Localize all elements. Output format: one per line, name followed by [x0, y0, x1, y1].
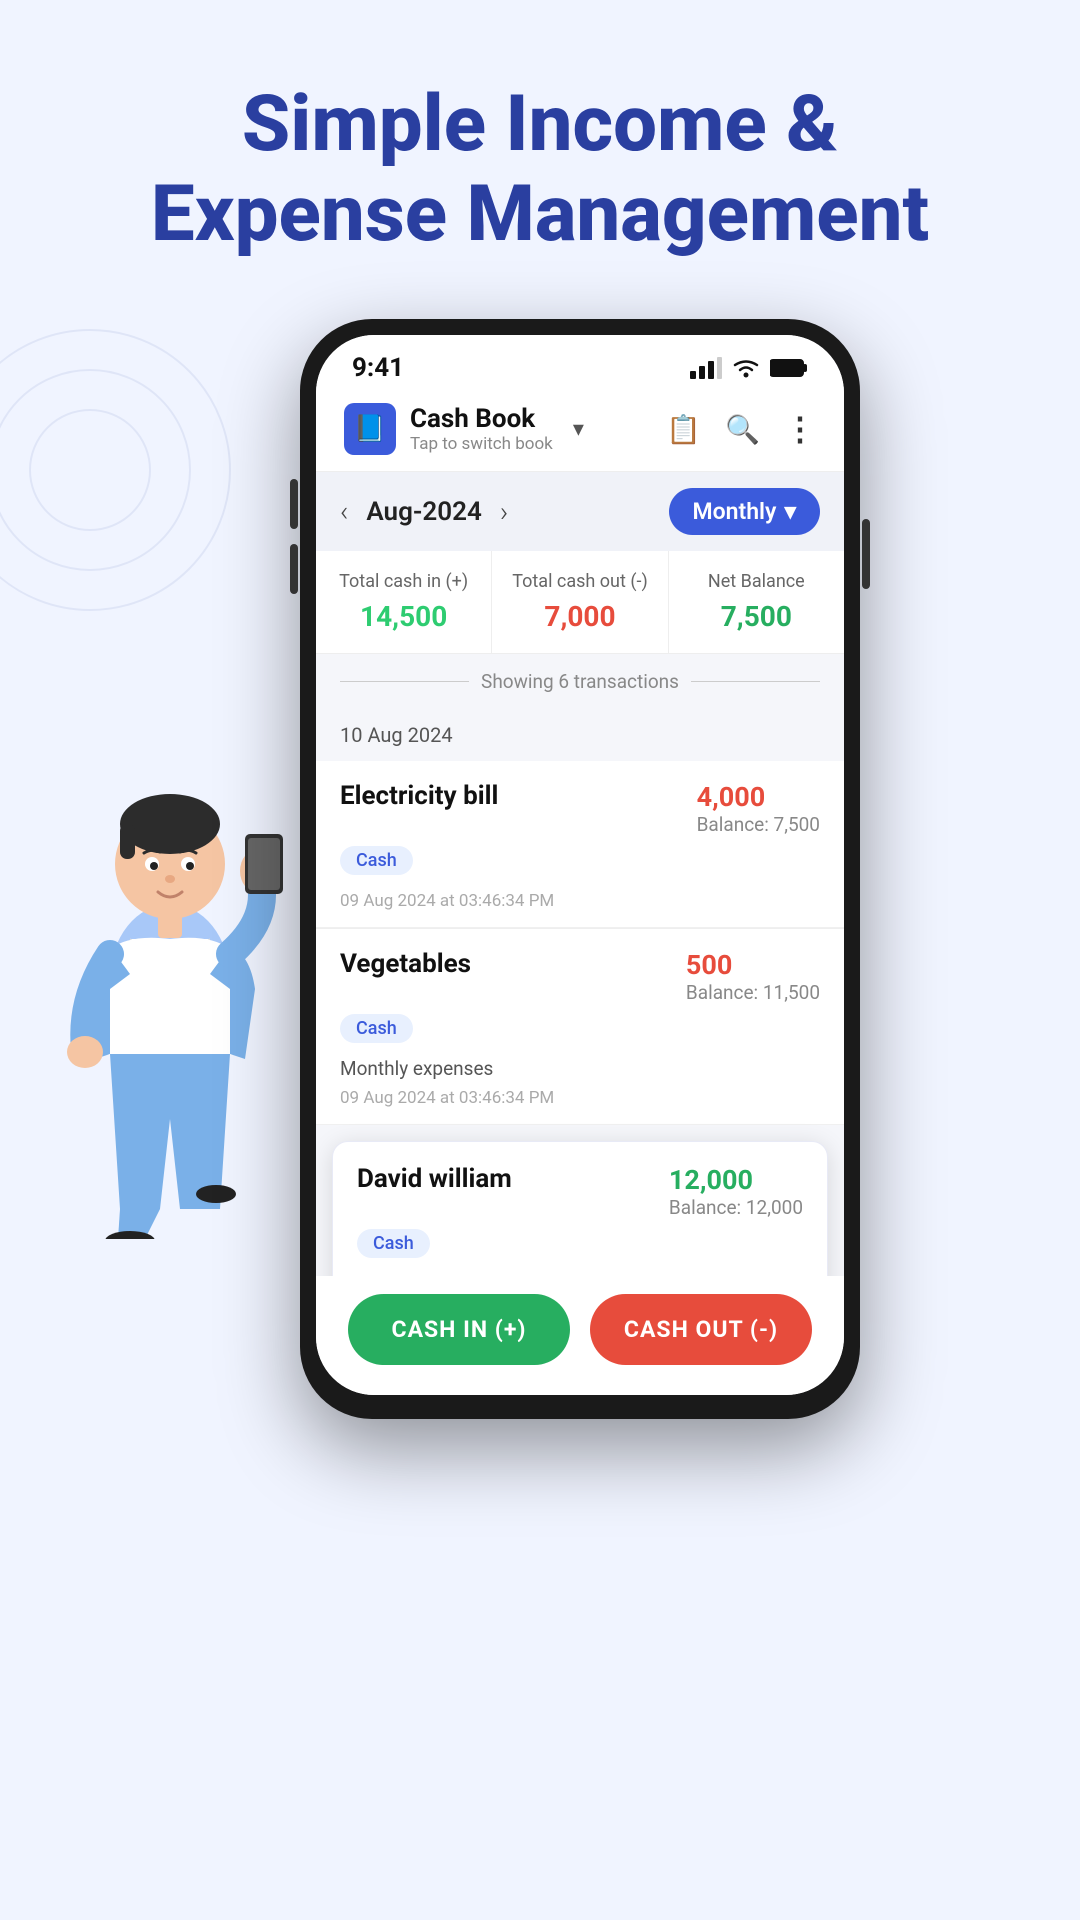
more-options-icon[interactable]: ⋮ [784, 410, 816, 448]
transaction-amount-area: 12,000 Balance: 12,000 [669, 1164, 803, 1219]
status-bar: 9:41 [316, 335, 844, 391]
transaction-balance: Balance: 12,000 [669, 1196, 803, 1219]
phone-frame: 9:41 [300, 319, 860, 1419]
payment-method-tag: Cash [357, 1229, 430, 1258]
report-icon[interactable]: 📋 [666, 413, 701, 446]
book-title: Cash Book [410, 404, 553, 434]
current-date: Aug-2024 [366, 497, 481, 527]
search-icon[interactable]: 🔍 [725, 413, 760, 446]
transaction-balance: Balance: 7,500 [697, 813, 820, 836]
next-date-button[interactable]: › [500, 495, 508, 528]
wifi-icon [732, 357, 760, 379]
transaction-top: David william 12,000 Balance: 12,000 [357, 1164, 803, 1219]
top-navigation: 📘 Cash Book Tap to switch book ▾ 📋 🔍 ⋮ [316, 391, 844, 472]
transaction-balance: Balance: 11,500 [686, 981, 820, 1004]
phone-screen: 9:41 [316, 335, 844, 1395]
transaction-time: 09 Aug 2024 at 03:46:34 PM [340, 1088, 820, 1108]
bottom-action-buttons: CASH IN (+) CASH OUT (-) [316, 1276, 844, 1395]
transaction-amount: 12,000 [669, 1164, 803, 1196]
prev-date-button[interactable]: ‹ [340, 495, 348, 528]
cash-in-button[interactable]: CASH IN (+) [348, 1294, 570, 1365]
date-nav-left: ‹ Aug-2024 › [340, 495, 508, 528]
transaction-count-label: Showing 6 transactions [481, 670, 679, 693]
phone-mockup-area: 9:41 [0, 319, 1080, 1419]
transaction-top: Vegetables 500 Balance: 11,500 [340, 949, 820, 1004]
hero-title: Simple Income & Expense Management [0, 0, 1080, 299]
book-info[interactable]: 📘 Cash Book Tap to switch book ▾ [344, 403, 584, 455]
transaction-amount: 4,000 [697, 781, 820, 813]
transaction-name: Vegetables [340, 949, 471, 979]
volume-down-button [290, 544, 298, 594]
cash-in-value: 14,500 [332, 600, 475, 633]
transaction-amount-area: 500 Balance: 11,500 [686, 949, 820, 1004]
period-chevron-icon: ▾ [784, 498, 796, 525]
transaction-item[interactable]: Electricity bill 4,000 Balance: 7,500 Ca… [316, 761, 844, 928]
balance-value: 7,500 [685, 600, 828, 633]
transaction-top: Electricity bill 4,000 Balance: 7,500 [340, 781, 820, 836]
character-illustration [30, 679, 310, 1239]
divider-right [691, 681, 820, 682]
balance-label: Net Balance [685, 571, 828, 592]
book-subtitle: Tap to switch book [410, 434, 553, 454]
payment-method-tag: Cash [340, 846, 413, 875]
period-selector[interactable]: Monthly ▾ [669, 488, 821, 535]
transaction-count-row: Showing 6 transactions [316, 654, 844, 709]
cash-out-label: Total cash out (-) [508, 571, 651, 592]
date-group-header: 10 Aug 2024 [316, 709, 844, 761]
battery-icon [770, 358, 808, 378]
transaction-item[interactable]: Vegetables 500 Balance: 11,500 Cash Mont… [316, 929, 844, 1125]
status-icons [690, 357, 808, 379]
transaction-time: 09 Aug 2024 at 03:46:34 PM [340, 891, 820, 911]
date-navigation: ‹ Aug-2024 › Monthly ▾ [316, 472, 844, 551]
payment-method-tag: Cash [340, 1014, 413, 1043]
transaction-name: Electricity bill [340, 781, 498, 811]
transaction-amount: 500 [686, 949, 820, 981]
cash-out-button[interactable]: CASH OUT (-) [590, 1294, 812, 1365]
book-details: Cash Book Tap to switch book [410, 404, 553, 454]
volume-up-button [290, 479, 298, 529]
balance-summary: Net Balance 7,500 [669, 551, 844, 653]
transaction-name: David william [357, 1164, 512, 1194]
transaction-note: Monthly expenses [340, 1057, 820, 1080]
cash-out-summary: Total cash out (-) 7,000 [492, 551, 668, 653]
book-dropdown-icon[interactable]: ▾ [573, 417, 584, 442]
power-button [862, 519, 870, 589]
divider-left [340, 681, 469, 682]
date-group-text: 10 Aug 2024 [340, 723, 453, 747]
summary-row: Total cash in (+) 14,500 Total cash out … [316, 551, 844, 654]
transaction-amount-area: 4,000 Balance: 7,500 [697, 781, 820, 836]
book-icon: 📘 [344, 403, 396, 455]
period-label: Monthly [693, 498, 777, 525]
cash-out-value: 7,000 [508, 600, 651, 633]
signal-icon [690, 357, 722, 379]
cash-in-label: Total cash in (+) [332, 571, 475, 592]
nav-actions: 📋 🔍 ⋮ [666, 410, 816, 448]
cash-in-summary: Total cash in (+) 14,500 [316, 551, 492, 653]
status-time: 9:41 [352, 353, 404, 383]
